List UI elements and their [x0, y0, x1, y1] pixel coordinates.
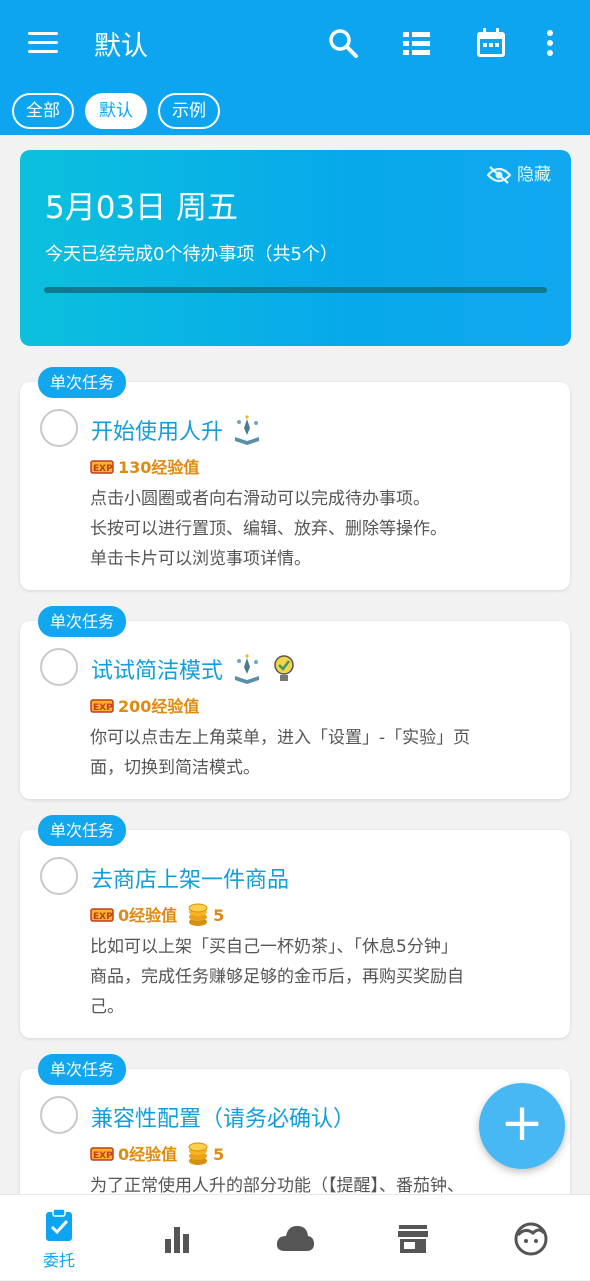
chip-default[interactable]: 默认 [85, 93, 147, 129]
top-bar: 默认 全部 默认 示例 [0, 0, 590, 135]
chip-example[interactable]: 示例 [158, 93, 220, 129]
cloud-icon [276, 1226, 314, 1251]
exp-value: 200经验值 [118, 697, 200, 716]
task-title-text: 开始使用人升 [91, 420, 224, 445]
desc-line: 比如可以上架「买自己一杯奶茶」、「休息5分钟」 [90, 937, 458, 957]
task-type-badge: 单次任务 [38, 1054, 127, 1085]
task-title: 兼容性配置（请务必确认） [91, 1107, 356, 1132]
search-icon[interactable] [326, 26, 360, 60]
coin-icon [187, 903, 209, 931]
eye-off-icon [486, 166, 512, 184]
hide-button[interactable]: 隐藏 [486, 160, 551, 185]
nav-tasks[interactable]: 委托 [0, 1195, 118, 1281]
task-title: 试试简洁模式 [91, 653, 297, 690]
progress-bar [44, 287, 547, 293]
page-title: 默认 [94, 31, 148, 62]
task-description: 你可以点击左上角菜单，进入「设置」-「实验」页 面，切换到简洁模式。 [90, 723, 555, 783]
task-type-badge: 单次任务 [38, 367, 127, 398]
task-card[interactable]: 试试简洁模式 EXP 200经验值 你可以点击左上角菜单，进入「设置」-「实验」页… [20, 621, 570, 799]
task-clipboard-icon [46, 1208, 72, 1241]
lightbulb-icon [271, 654, 297, 690]
app-bar: 默认 [0, 0, 590, 88]
nav-profile[interactable] [472, 1195, 590, 1281]
bottom-nav: 委托 [0, 1194, 590, 1280]
more-vert-icon[interactable] [540, 26, 560, 60]
desc-line: 商品，完成任务赚够足够的金币后，再购买奖励自 [90, 967, 464, 987]
exp-value: 0经验值 [118, 1145, 178, 1164]
task-reward: EXP 130经验值 [90, 454, 199, 480]
sparkle-book-icon [231, 415, 263, 451]
task-title: 去商店上架一件商品 [91, 868, 290, 893]
nav-cloud[interactable] [236, 1195, 354, 1281]
exp-icon: EXP [90, 1145, 116, 1167]
task-card[interactable]: 去商店上架一件商品 EXP 0经验值 5 比如可以上架「买自己一杯奶茶」、「休息5分… [20, 830, 570, 1038]
desc-line: 单击卡片可以浏览事项详情。 [90, 549, 311, 569]
desc-line: 己。 [90, 997, 124, 1017]
nav-stats[interactable] [118, 1195, 236, 1281]
nav-tasks-label: 委托 [42, 1251, 75, 1270]
exp-icon: EXP [90, 458, 116, 480]
coin-icon [187, 1142, 209, 1170]
task-description: 点击小圆圈或者向右滑动可以完成待办事项。 长按可以进行置顶、编辑、放弃、删除等操… [90, 484, 555, 574]
desc-line: 点击小圆圈或者向右滑动可以完成待办事项。 [90, 489, 430, 509]
chip-all[interactable]: 全部 [12, 93, 74, 129]
task-reward: EXP 0经验值 5 [90, 902, 224, 931]
task-description: 比如可以上架「买自己一杯奶茶」、「休息5分钟」 商品，完成任务赚够足够的金币后，… [90, 932, 555, 1022]
desc-line: 面，切换到简洁模式。 [90, 758, 260, 778]
task-type-badge: 单次任务 [38, 815, 127, 846]
task-type-badge: 单次任务 [38, 606, 127, 637]
svg-text:EXP: EXP [93, 1151, 113, 1161]
desc-line: 长按可以进行置顶、编辑、放弃、删除等操作。 [90, 519, 447, 539]
nav-store[interactable] [354, 1195, 472, 1281]
task-title-text: 试试简洁模式 [91, 659, 224, 684]
coin-value: 5 [213, 906, 225, 925]
summary-progress-text: 今天已经完成0个待办事项（共5个） [45, 244, 338, 265]
bar-chart-icon [165, 1227, 189, 1253]
plus-icon: + [500, 1093, 544, 1153]
menu-icon[interactable] [28, 28, 58, 58]
complete-checkbox[interactable] [40, 648, 78, 686]
task-reward: EXP 0经验值 5 [90, 1141, 224, 1170]
hide-label: 隐藏 [517, 165, 551, 185]
desc-line: 你可以点击左上角菜单，进入「设置」-「实验」页 [90, 728, 471, 748]
svg-text:EXP: EXP [93, 464, 113, 474]
summary-date: 5月03日 周五 [45, 190, 239, 226]
svg-text:EXP: EXP [93, 912, 113, 922]
complete-checkbox[interactable] [40, 409, 78, 447]
svg-text:EXP: EXP [93, 703, 113, 713]
complete-checkbox[interactable] [40, 1096, 78, 1134]
complete-checkbox[interactable] [40, 857, 78, 895]
task-title: 开始使用人升 [91, 414, 263, 451]
daily-summary-card: 隐藏 5月03日 周五 今天已经完成0个待办事项（共5个） [20, 150, 571, 346]
exp-value: 0经验值 [118, 906, 178, 925]
task-card[interactable]: 开始使用人升 EXP 130经验值 点击小圆圈或者向右滑动可以完成待办事项。 长按… [20, 382, 570, 590]
store-icon [398, 1225, 428, 1253]
task-reward: EXP 200经验值 [90, 693, 199, 719]
calendar-icon[interactable] [474, 26, 508, 60]
face-icon [514, 1222, 548, 1256]
exp-icon: EXP [90, 906, 116, 928]
add-task-button[interactable]: + [479, 1083, 565, 1169]
exp-value: 130经验值 [118, 458, 200, 477]
sparkle-book-icon [231, 654, 263, 690]
coin-value: 5 [213, 1145, 225, 1164]
exp-icon: EXP [90, 697, 116, 719]
list-view-icon[interactable] [400, 26, 434, 60]
